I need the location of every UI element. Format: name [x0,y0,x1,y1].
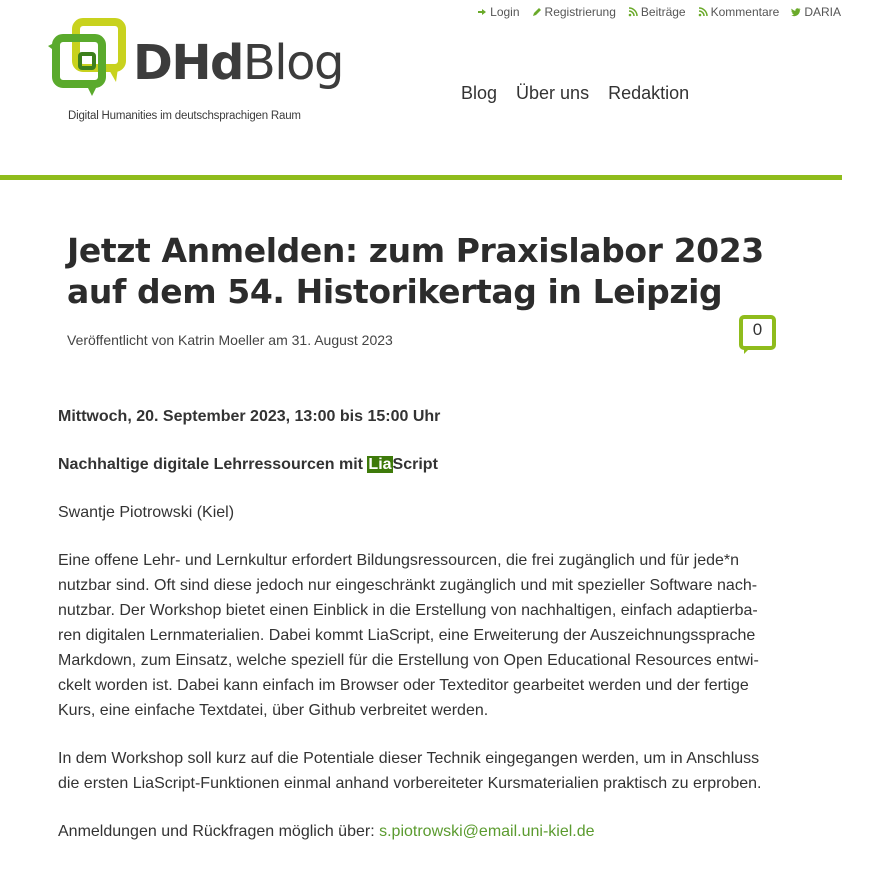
logo-mark-icon [48,18,126,96]
pencil-icon [532,8,541,16]
paragraph-line: In dem Workshop soll kurz auf die Potent… [58,750,760,767]
daria-label: DARIA [804,5,841,19]
event-date-line: Mittwoch, 20. September 2023, 13:00 bis … [58,408,441,425]
twitter-icon [791,8,801,17]
login-icon [478,9,487,15]
posts-feed-label: Beiträge [640,5,686,19]
comments-feed-link[interactable]: Kommentare [698,5,780,19]
comment-count: 0 [752,320,763,339]
comment-count-badge[interactable]: 0 [739,315,776,355]
article-body: Mittwoch, 20. September 2023, 13:00 bis … [58,404,773,867]
paragraph-line: nutzbar sind. Oft sind diese jedoch nur … [58,577,758,594]
contact-email-link[interactable]: s.piotrowski@email.uni-kiel.de [379,823,594,840]
workshop-title-prefix: Nachhaltige digitale Lehrressourcen mit [58,456,368,473]
paragraph-line: ckelt worden ist. Dabei kann einfach im … [58,677,749,694]
main-navigation: Blog Über uns Redaktion [461,83,689,104]
article-title: Jetzt Anmelden: zum Praxislabor 2023 auf… [67,231,764,311]
register-link[interactable]: Registrierung [532,5,616,19]
rss-icon [628,7,638,17]
paragraph-line: Markdown, zum Einsatz, welche speziell f… [58,652,759,669]
login-link[interactable]: Login [477,5,520,19]
daria-twitter-link[interactable]: DARIA [791,5,841,19]
search-highlight: Lia [367,456,393,473]
register-label: Registrierung [544,5,616,19]
paragraph-workshop-goals: In dem Workshop soll kurz auf die Potent… [58,746,773,796]
paragraph-description: Eine offene Lehr- und Lernkultur erforde… [58,548,773,723]
header-divider [0,175,842,180]
comments-feed-label: Kommentare [710,5,780,19]
logo-tagline: Digital Humanities im deutschsprachigen … [68,110,301,122]
nav-item-editors[interactable]: Redaktion [608,83,689,104]
nav-item-blog[interactable]: Blog [461,83,497,104]
logo-wordmark: DHdBlog [133,39,344,87]
nav-item-about[interactable]: Über uns [516,83,589,104]
logo-wordmark-regular: Blog [242,35,345,91]
paragraph-line: nutzbar. Der Workshop bietet einen Einbl… [58,602,758,619]
paragraph-line: ren digitalen Lernmaterialien. Dabei kom… [58,627,756,644]
paragraph-line: Eine offene Lehr- und Lernkultur erforde… [58,552,740,569]
posts-feed-link[interactable]: Beiträge [628,5,686,19]
paragraph-line: Kurs, eine einfache Textdatei, über Gith… [58,702,489,719]
top-utility-bar: Login Registrierung Beiträge Kommentare … [477,5,841,19]
workshop-title: Nachhaltige digitale Lehrressourcen mit … [58,452,773,477]
logo-wordmark-bold: DHd [133,35,244,91]
article-meta: Veröffentlicht von Katrin Moeller am 31.… [67,332,393,348]
contact-prefix: Anmeldungen und Rückfragen möglich über: [58,823,380,840]
rss-icon [698,7,708,17]
workshop-title-suffix: Script [392,456,438,473]
contact-line: Anmeldungen und Rückfragen möglich über:… [58,819,773,844]
paragraph-line: die ersten LiaScript-Funktionen einmal a… [58,775,762,792]
site-logo[interactable]: DHdBlog Digital Humanities im deutschspr… [46,14,344,129]
login-label: Login [490,5,520,19]
speaker-line: Swantje Piotrowski (Kiel) [58,504,235,521]
